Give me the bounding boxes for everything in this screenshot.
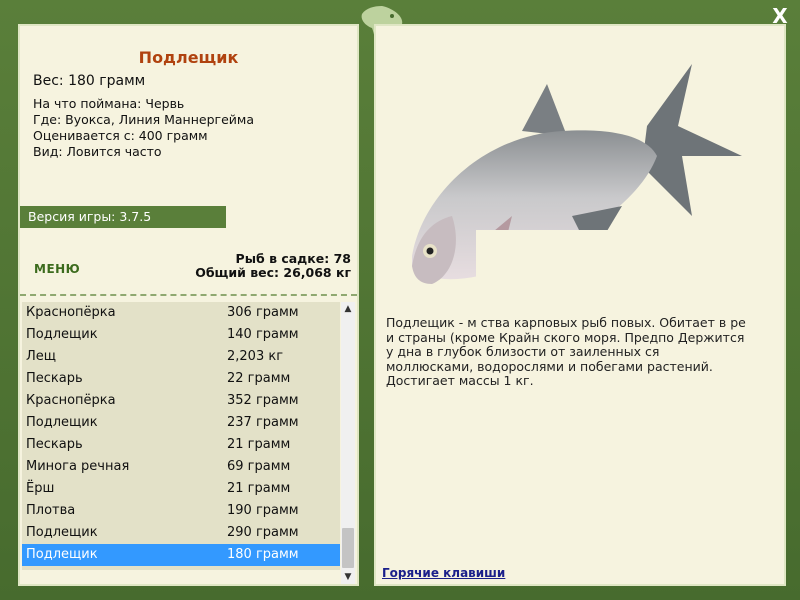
list-item-weight: 69 грамм (227, 459, 291, 474)
catch-list[interactable]: Краснопёрка 306 грамм Подлещик 140 грамм Лещ… (22, 302, 340, 570)
list-item-weight: 290 грамм (227, 525, 299, 540)
list-item[interactable]: Краснопёрка 306 грамм (22, 302, 340, 324)
list-item-name: Подлещик (26, 327, 98, 342)
list-item[interactable]: Подлещик 180 грамм (22, 544, 340, 566)
menu-button[interactable]: МЕНЮ (34, 262, 80, 276)
list-item-name: Подлещик (26, 415, 98, 430)
list-item-weight: 352 грамм (227, 393, 299, 408)
hotkeys-link[interactable]: Горячие клавиши (382, 566, 505, 580)
app-window: X Подлещик Вес: 180 грамм На что поймана… (0, 0, 800, 600)
list-item-name: Краснопёрка (26, 305, 116, 320)
list-item-name: Лещ (26, 349, 57, 364)
game-version: Версия игры: 3.7.5 (20, 206, 226, 228)
list-item-weight: 2,203 кг (227, 349, 284, 364)
list-item-weight: 21 грамм (227, 437, 291, 452)
catch-stats: Рыб в садке: 78 Общий вес: 26,068 кг (195, 252, 351, 280)
fish-picture-panel: Подлещик - м ства карповых рыб повых. Об… (374, 24, 786, 586)
scrollbar-thumb[interactable] (342, 528, 354, 568)
close-icon[interactable]: X (770, 6, 790, 26)
list-item[interactable]: Пескарь 21 грамм (22, 434, 340, 456)
list-item[interactable]: Пескарь 22 грамм (22, 368, 340, 390)
list-item-weight: 21 грамм (227, 481, 291, 496)
fish-details: На что поймана: Червь Где: Вуокса, Линия… (33, 96, 254, 160)
total-weight: Общий вес: 26,068 кг (195, 265, 351, 280)
list-item-name: Подлещик (26, 547, 98, 562)
fish-title: Подлещик (138, 48, 239, 67)
chevron-down-icon[interactable]: ▼ (341, 570, 355, 584)
fish-weight: Вес: 180 грамм (33, 73, 146, 89)
list-item-weight: 140 грамм (227, 327, 299, 342)
list-item[interactable]: Подлещик 140 грамм (22, 324, 340, 346)
list-scrollbar[interactable]: ▲ ▼ (341, 302, 355, 584)
chevron-up-icon[interactable]: ▲ (341, 302, 355, 316)
fish-description: Подлещик - м ства карповых рыб повых. Об… (386, 315, 746, 388)
bream-picture (412, 64, 752, 296)
list-item-weight: 22 грамм (227, 371, 291, 386)
fish-value: Оценивается с: 400 грамм (33, 128, 208, 143)
list-item[interactable]: Минога речная 69 грамм (22, 456, 340, 478)
catch-frequency: Вид: Ловится часто (33, 144, 162, 159)
fish-info-panel: Подлещик Вес: 180 грамм На что поймана: … (18, 24, 359, 586)
list-item-weight: 237 грамм (227, 415, 299, 430)
list-item[interactable]: Плотва 190 грамм (22, 500, 340, 522)
list-item-name: Подлещик (26, 525, 98, 540)
list-item[interactable]: Подлещик 237 грамм (22, 412, 340, 434)
list-item[interactable]: Подлещик 290 грамм (22, 522, 340, 544)
list-item[interactable]: Краснопёрка 352 грамм (22, 390, 340, 412)
list-item[interactable]: Ёрш 21 грамм (22, 478, 340, 500)
divider (20, 294, 357, 296)
list-item-weight: 190 грамм (227, 503, 299, 518)
list-item-name: Минога речная (26, 459, 130, 474)
list-item[interactable]: Лещ 2,203 кг (22, 346, 340, 368)
list-item-weight: 180 грамм (227, 547, 299, 562)
list-item-weight: 306 грамм (227, 305, 299, 320)
caught-on: На что поймана: Червь (33, 96, 185, 111)
list-item-name: Плотва (26, 503, 76, 518)
list-item-name: Ёрш (26, 481, 55, 496)
list-item-name: Пескарь (26, 371, 83, 386)
fish-count: Рыб в садке: 78 (235, 251, 351, 266)
list-item-name: Краснопёрка (26, 393, 116, 408)
list-item-name: Пескарь (26, 437, 83, 452)
catch-location: Где: Вуокса, Линия Маннергейма (33, 112, 254, 127)
